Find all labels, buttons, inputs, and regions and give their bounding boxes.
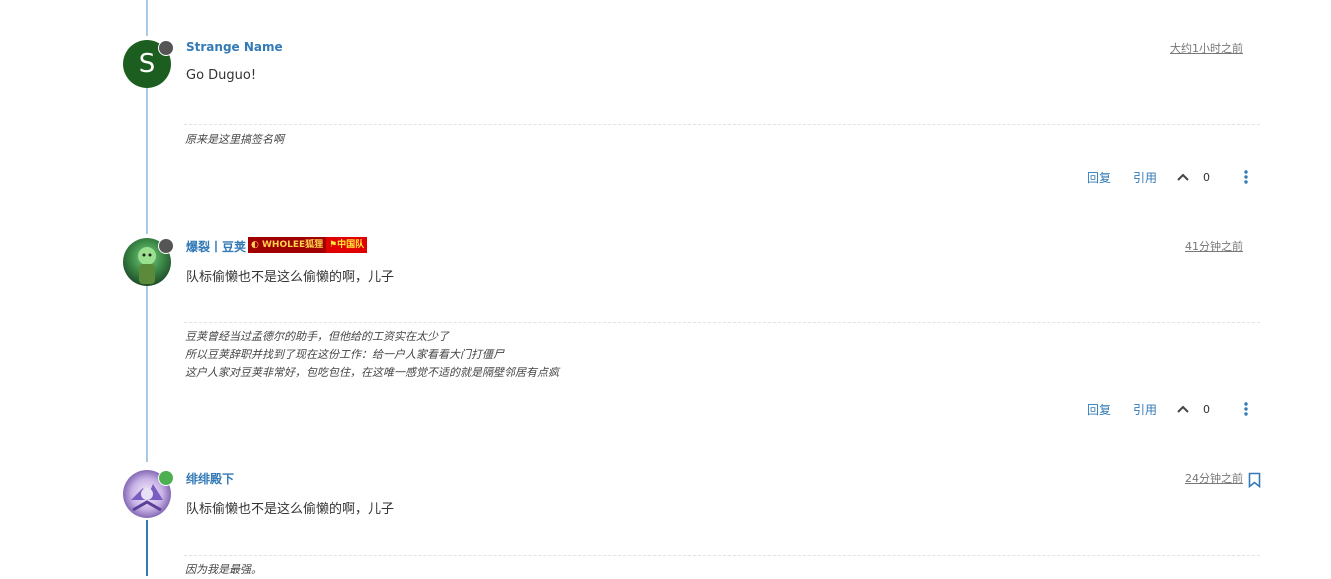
username[interactable]: 爆裂丨豆荚	[186, 238, 246, 255]
upvote-icon[interactable]	[1177, 405, 1189, 413]
signature-line: 豆荚曾经当过孟德尔的助手，但他给的工资实在太少了	[185, 330, 449, 343]
bookmark-icon[interactable]	[1248, 472, 1261, 492]
signature-divider	[184, 322, 1260, 323]
signature: 豆荚曾经当过孟德尔的助手，但他给的工资实在太少了 所以豆荚辞职并找到了现在这份工…	[185, 328, 559, 382]
post-content: 队标偷懒也不是这么偷懒的啊，儿子	[186, 270, 395, 285]
signature-line: 原来是这里搞签名啊	[185, 133, 284, 146]
signature-line: 这户人家对豆荚非常好，包吃包住，在这唯一感觉不适的就是隔壁邻居有点疯	[185, 366, 559, 379]
username[interactable]: Strange Name	[186, 40, 283, 54]
post-content: 队标偷懒也不是这么偷懒的啊，儿子	[186, 502, 395, 517]
quote-button[interactable]: 引用	[1133, 169, 1157, 186]
timeline-line	[146, 286, 148, 462]
upvote-icon[interactable]	[1177, 173, 1189, 181]
signature: 因为我是最强。	[185, 561, 262, 579]
quote-button[interactable]: 引用	[1133, 401, 1157, 418]
more-options-icon[interactable]	[1244, 402, 1248, 416]
post-actions: 回复 引用 0	[1087, 168, 1248, 186]
reply-button[interactable]: 回复	[1087, 401, 1111, 418]
post-timestamp[interactable]: 大约1小时之前	[1170, 40, 1243, 56]
vote-count: 0	[1203, 402, 1210, 416]
signature-line: 所以豆荚辞职并找到了现在这份工作：给一户人家看看大门打僵尸	[185, 348, 504, 361]
signature: 原来是这里搞签名啊	[185, 131, 284, 149]
username[interactable]: 绯绯殿下	[186, 470, 234, 487]
status-indicator	[158, 40, 174, 56]
signature-divider	[184, 555, 1260, 556]
post-timestamp[interactable]: 24分钟之前	[1185, 470, 1243, 486]
reply-button[interactable]: 回复	[1087, 169, 1111, 186]
signature-line: 因为我是最强。	[185, 563, 262, 576]
group-badge[interactable]: ◐ WHOLEE狐狸	[248, 237, 327, 253]
group-badge[interactable]: ⚑中国队	[326, 237, 368, 253]
post-timestamp[interactable]: 41分钟之前	[1185, 238, 1243, 254]
post-content: Go Duguo!	[186, 68, 257, 83]
timeline-line	[146, 0, 148, 36]
status-indicator	[158, 238, 174, 254]
timeline-line	[146, 520, 148, 576]
vote-count: 0	[1203, 170, 1210, 184]
more-options-icon[interactable]	[1244, 170, 1248, 184]
status-indicator	[158, 470, 174, 486]
post-actions: 回复 引用 0	[1087, 400, 1248, 418]
flag-icon: ⚑	[329, 240, 338, 250]
badge-icon: ◐	[251, 240, 259, 250]
signature-divider	[184, 124, 1260, 125]
timeline-line	[146, 88, 148, 234]
